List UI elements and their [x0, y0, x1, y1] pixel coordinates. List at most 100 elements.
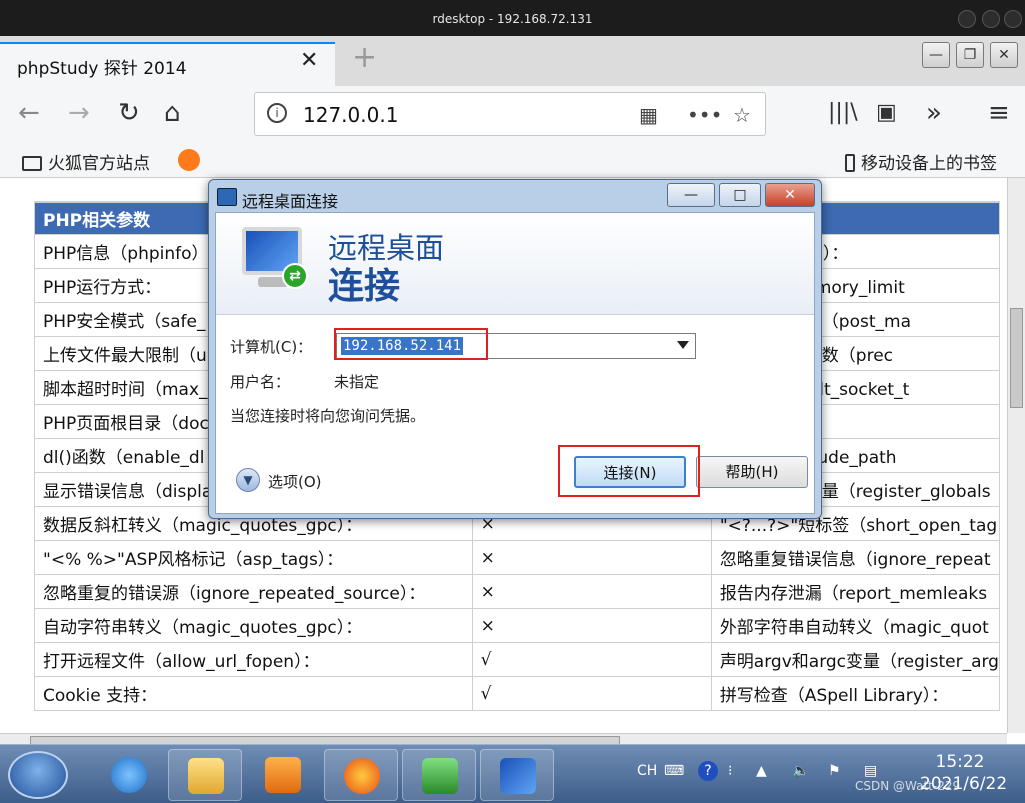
media-player-icon: [265, 757, 301, 793]
chevron-down-icon[interactable]: [677, 341, 689, 349]
options-expand-icon[interactable]: ▼: [236, 468, 260, 492]
rdp-dialog: 远程桌面连接 — □ ✕ ⇄ 远程桌面 连接 计算机(C)： 192.168.5…: [208, 179, 822, 519]
language-indicator[interactable]: CH: [637, 763, 657, 779]
bookmarks-bar: 火狐官方站点 移动设备上的书签: [0, 142, 1025, 178]
rdp-taskbar-button[interactable]: [480, 749, 554, 801]
help-icon[interactable]: ?: [698, 761, 718, 781]
rdp-app-icon: [217, 188, 237, 206]
banner-line2: 连接: [328, 265, 401, 307]
dialog-banner: ⇄ 远程桌面 连接: [216, 213, 814, 315]
vertical-scrollbar[interactable]: [1007, 178, 1025, 733]
table-cell-c1: Cookie 支持：: [34, 676, 473, 711]
tab-close-icon[interactable]: ✕: [300, 48, 318, 73]
network-app-taskbar-button[interactable]: [402, 749, 476, 801]
firefox-taskbar-button[interactable]: [324, 749, 398, 801]
remote-desktop-screen: phpStudy 探针 2014 ✕ + — ❐ ✕ ← → ↻ ⌂ i 127…: [0, 36, 1025, 803]
computer-label: 计算机(C)：: [230, 338, 313, 356]
window-restore-button[interactable]: ❐: [956, 42, 984, 68]
url-text[interactable]: 127.0.0.1: [303, 103, 398, 127]
maximize-icon[interactable]: [982, 10, 1000, 28]
close-icon[interactable]: [1004, 10, 1022, 28]
username-value: 未指定: [334, 373, 380, 391]
menu-icon[interactable]: ≡: [988, 98, 1010, 128]
new-tab-button[interactable]: +: [352, 40, 377, 75]
window-minimize-button[interactable]: —: [922, 42, 950, 68]
forward-icon[interactable]: →: [68, 98, 90, 128]
table-row: "<% %>"ASP风格标记（asp_tags）： × 忽略重复错误信息（ignor…: [34, 540, 1001, 575]
bookmark-star-icon[interactable]: ☆: [733, 103, 751, 127]
table-cell-c1: "<% %>"ASP风格标记（asp_tags）：: [34, 540, 473, 575]
ie-taskbar-button[interactable]: [92, 749, 166, 801]
dialog-maximize-button[interactable]: □: [719, 183, 761, 207]
home-icon[interactable]: ⌂: [164, 98, 181, 128]
rdp-icon: [500, 758, 536, 794]
start-button[interactable]: [8, 751, 68, 799]
firefox-icon: [344, 758, 380, 794]
explorer-taskbar-button[interactable]: [168, 749, 242, 801]
qrcode-icon[interactable]: ▦: [639, 103, 658, 127]
show-hidden-icon[interactable]: ▲: [756, 763, 767, 779]
table-cell-c1: 忽略重复的错误源（ignore_repeated_source）：: [34, 574, 473, 609]
taskbar: CH ⌨ ? ⁝ ▲ 🔈 ⚑ ▤ 15:22 2021/6/22 CSDN @W…: [0, 744, 1025, 803]
dialog-body: ⇄ 远程桌面 连接 计算机(C)： 192.168.52.141 用户名： 未指…: [215, 212, 815, 514]
reload-icon[interactable]: ↻: [118, 98, 140, 128]
dialog-close-button[interactable]: ✕: [765, 183, 815, 207]
table-cell-c3: 忽略重复错误信息（ignore_repeat: [710, 540, 1001, 575]
table-cell-c1: 打开远程文件（allow_url_fopen）：: [34, 642, 473, 677]
action-center-icon[interactable]: ⚑: [828, 763, 841, 779]
settings-icon[interactable]: ⁝: [728, 763, 732, 779]
media-player-taskbar-button[interactable]: [246, 749, 320, 801]
table-cell-c2: √: [471, 642, 712, 677]
table-cell-c3: 拼写检查（ASpell Library）：: [710, 676, 1001, 711]
table-cell-c1: 自动字符串转义（magic_quotes_gpc）：: [34, 608, 473, 643]
monitor-icon: ⇄: [238, 227, 310, 293]
sidebar-icon[interactable]: ▣: [876, 100, 897, 125]
table-row: Cookie 支持： √ 拼写检查（ASpell Library）：: [34, 676, 1001, 711]
ie-icon: [111, 757, 147, 793]
nav-bar: ← → ↻ ⌂ i 127.0.0.1 ▦ ••• ☆ |||\ ▣ » ≡: [0, 86, 1025, 142]
back-icon[interactable]: ←: [18, 98, 40, 128]
tab-strip: phpStudy 探针 2014 ✕ + — ❐ ✕: [0, 36, 1025, 86]
network-app-icon: [422, 758, 458, 794]
table-cell-c2: ×: [471, 608, 712, 643]
table-cell-c3: 声明argv和argc变量（register_arg: [710, 642, 1001, 677]
watermark: CSDN @Watt-229: [855, 779, 961, 793]
tab-phpstudy[interactable]: phpStudy 探针 2014 ✕: [0, 42, 335, 86]
dialog-minimize-button[interactable]: —: [667, 183, 715, 207]
library-icon[interactable]: |||\: [828, 100, 858, 125]
volume-icon[interactable]: 🔈: [792, 763, 809, 779]
folder-icon: [188, 758, 224, 794]
table-cell-c2: ×: [471, 574, 712, 609]
table-row: 打开远程文件（allow_url_fopen）： √ 声明argv和argc变量（r…: [34, 642, 1001, 677]
table-cell-c3: 报告内存泄漏（report_memleaks: [710, 574, 1001, 609]
rdesktop-titlebar: rdesktop - 192.168.72.131: [0, 0, 1025, 36]
highlight-box-computer: [334, 328, 488, 360]
clock-time: 15:22: [935, 752, 985, 772]
info-icon[interactable]: i: [267, 103, 287, 123]
url-bar[interactable]: i 127.0.0.1 ▦ ••• ☆: [254, 92, 766, 136]
mobile-icon: [845, 154, 855, 172]
table-cell-c2: ×: [471, 540, 712, 575]
window-close-button[interactable]: ✕: [990, 42, 1018, 68]
network-icon[interactable]: ▤: [864, 763, 877, 779]
keyboard-icon[interactable]: ⌨: [664, 763, 684, 779]
folder-icon: [22, 156, 42, 171]
minimize-icon[interactable]: [958, 10, 976, 28]
firefox-icon[interactable]: [178, 149, 200, 171]
overflow-icon[interactable]: »: [926, 98, 942, 128]
username-label: 用户名：: [230, 373, 291, 391]
table-cell-c3: 外部字符串自动转义（magic_quot: [710, 608, 1001, 643]
tab-title: phpStudy 探针 2014: [17, 59, 187, 79]
credentials-prompt: 当您连接时将向您询问凭据。: [230, 407, 426, 425]
highlight-box-connect: [558, 445, 700, 497]
table-row: 自动字符串转义（magic_quotes_gpc）： × 外部字符串自动转义（mag…: [34, 608, 1001, 643]
bookmark-mobile[interactable]: 移动设备上的书签: [845, 149, 997, 174]
dialog-title: 远程桌面连接: [242, 192, 339, 211]
vertical-scroll-thumb[interactable]: [1010, 308, 1023, 408]
bookmark-firefox-official[interactable]: 火狐官方站点: [22, 149, 150, 174]
rdesktop-title: rdesktop - 192.168.72.131: [432, 12, 593, 26]
page-actions-icon[interactable]: •••: [687, 103, 722, 127]
help-button[interactable]: 帮助(H): [696, 456, 808, 488]
table-row: 忽略重复的错误源（ignore_repeated_source）： × 报告内存泄漏…: [34, 574, 1001, 609]
options-link[interactable]: 选项(O): [268, 471, 322, 492]
